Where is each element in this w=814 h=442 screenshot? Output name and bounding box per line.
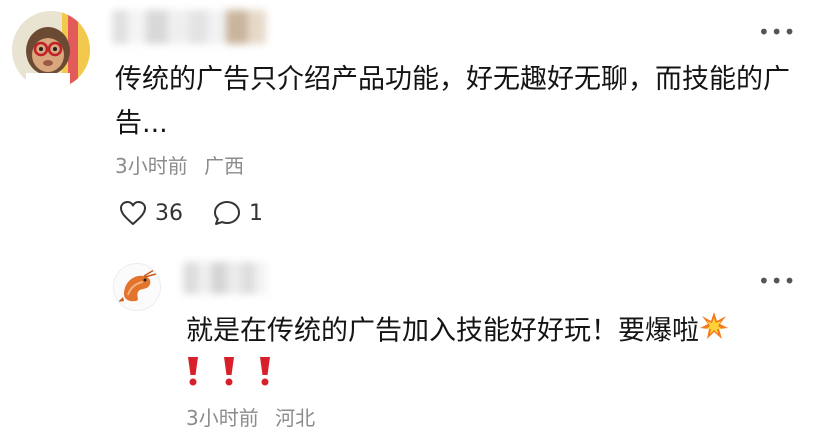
comment-location: 广西 [204,154,245,178]
avatar[interactable] [12,11,90,89]
reply-button[interactable]: 1 [213,200,263,226]
comment-text: 传统的广告只介绍产品功能，好无趣好无聊，而技能的广告... [115,64,790,139]
reply-text: 就是在传统的广告加入技能好好玩！要爆啦 [186,315,699,347]
reply-avatar[interactable] [113,263,161,311]
reply-meta: 3小时前 河北 [186,406,315,430]
reply-username-redacted[interactable] [183,262,267,294]
exclamation-emoji [258,355,272,399]
heart-icon [119,200,147,226]
reply-text-block: 就是在传统的广告加入技能好好玩！要爆啦 [186,311,796,399]
username-redacted[interactable] [112,10,266,44]
comment-time: 3小时前 [115,154,188,178]
like-count: 36 [155,200,183,226]
collision-emoji [699,311,729,353]
reply-count: 1 [249,200,263,226]
comment-bubble-icon [213,200,241,226]
reply-time: 3小时前 [186,406,259,430]
comment-meta: 3小时前 广西 [115,154,244,178]
like-button[interactable]: 36 [119,200,183,226]
exclamation-emoji [186,355,200,399]
shrimp-icon [114,264,160,310]
more-icon[interactable]: ••• [758,22,796,42]
reply-more-icon[interactable]: ••• [758,271,796,291]
exclamation-emoji [222,355,236,399]
avatar-image [12,11,90,89]
reply-location: 河北 [275,406,316,430]
